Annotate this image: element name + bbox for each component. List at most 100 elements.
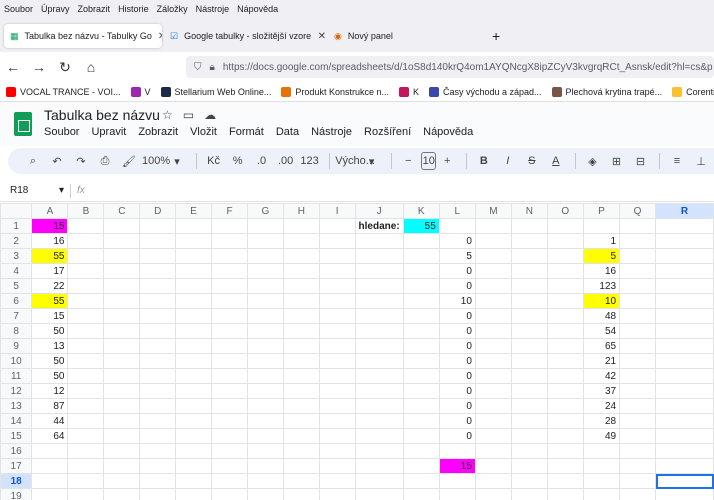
document-title[interactable]: Tabulka bez názvu: [44, 107, 160, 123]
cell[interactable]: [354, 308, 404, 324]
cell[interactable]: [282, 233, 320, 249]
cell[interactable]: [546, 428, 584, 444]
cell[interactable]: [67, 323, 105, 339]
cell[interactable]: 5: [438, 248, 476, 264]
cell[interactable]: [510, 278, 548, 294]
cell[interactable]: [619, 458, 657, 474]
browser-menu-item[interactable]: Historie: [118, 4, 149, 14]
column-header[interactable]: N: [510, 203, 548, 219]
browser-tab[interactable]: ☑ Google tabulky - složitější vzore ✕: [164, 24, 332, 48]
cell[interactable]: [175, 353, 213, 369]
cell[interactable]: [282, 428, 320, 444]
row-header[interactable]: 7: [0, 308, 33, 324]
bookmark-item[interactable]: Produkt Konstrukce n...: [281, 86, 389, 97]
cell[interactable]: [510, 353, 548, 369]
name-box[interactable]: R18 ▾: [0, 185, 70, 196]
cell[interactable]: 15: [31, 308, 69, 324]
cell[interactable]: [175, 383, 213, 399]
cell[interactable]: [510, 263, 548, 279]
chevron-down-icon[interactable]: ▾: [361, 155, 383, 168]
cell[interactable]: [246, 488, 284, 500]
cell[interactable]: [354, 383, 404, 399]
cell[interactable]: [402, 293, 440, 309]
cell[interactable]: [67, 338, 105, 354]
cell[interactable]: 49: [582, 428, 621, 444]
cell[interactable]: [175, 278, 213, 294]
cell[interactable]: [619, 278, 657, 294]
cell[interactable]: [246, 278, 284, 294]
cell[interactable]: [175, 428, 213, 444]
cell[interactable]: [211, 458, 248, 474]
bookmark-item[interactable]: Corentium Home: [672, 86, 714, 97]
row-header[interactable]: 2: [0, 233, 33, 249]
cell[interactable]: 54: [582, 323, 621, 339]
cell[interactable]: [318, 293, 356, 309]
close-icon[interactable]: ✕: [158, 31, 162, 42]
new-tab-button[interactable]: +: [486, 24, 506, 48]
cell[interactable]: 55: [31, 293, 69, 309]
cell[interactable]: [354, 323, 404, 339]
cell[interactable]: [474, 218, 512, 234]
cell[interactable]: [474, 368, 512, 384]
cell[interactable]: [67, 413, 105, 429]
cell[interactable]: [546, 458, 584, 474]
cell[interactable]: [67, 458, 105, 474]
cell[interactable]: [354, 488, 404, 500]
cell[interactable]: [402, 443, 440, 459]
cell[interactable]: [354, 248, 404, 264]
cell[interactable]: [402, 368, 440, 384]
cell[interactable]: [211, 308, 248, 324]
cell[interactable]: [318, 398, 356, 414]
cell[interactable]: [103, 218, 141, 234]
cell[interactable]: [510, 458, 548, 474]
cell[interactable]: [139, 308, 177, 324]
cell[interactable]: [246, 473, 284, 489]
browser-menu-item[interactable]: Soubor: [4, 4, 33, 14]
cell[interactable]: [282, 263, 320, 279]
cell[interactable]: [103, 308, 141, 324]
cell[interactable]: 48: [582, 308, 621, 324]
cell[interactable]: 55: [402, 218, 440, 234]
cell[interactable]: [31, 458, 69, 474]
cell[interactable]: [318, 338, 356, 354]
cell[interactable]: [402, 338, 440, 354]
cell[interactable]: [354, 368, 404, 384]
cell[interactable]: [318, 428, 356, 444]
cell[interactable]: [246, 353, 284, 369]
cell[interactable]: [438, 488, 476, 500]
cell[interactable]: 13: [31, 338, 69, 354]
cell[interactable]: 16: [31, 233, 69, 249]
cell[interactable]: [318, 353, 356, 369]
column-header[interactable]: Q: [619, 203, 657, 219]
cell[interactable]: [619, 443, 657, 459]
font-select[interactable]: Výcho...: [335, 155, 375, 167]
row-header[interactable]: 14: [0, 413, 33, 429]
cell[interactable]: [139, 263, 177, 279]
column-header[interactable]: F: [211, 203, 248, 219]
redo-icon[interactable]: ↷: [70, 155, 92, 168]
cell[interactable]: [67, 383, 105, 399]
cell[interactable]: [619, 248, 657, 264]
cell[interactable]: [474, 233, 512, 249]
cell[interactable]: [246, 458, 284, 474]
cell[interactable]: 65: [582, 338, 621, 354]
cell[interactable]: 50: [31, 323, 69, 339]
cell[interactable]: [474, 428, 512, 444]
cell[interactable]: 37: [582, 383, 621, 399]
cell[interactable]: 50: [31, 368, 69, 384]
cell[interactable]: [546, 293, 584, 309]
horizontal-align-icon[interactable]: ≡: [666, 155, 688, 167]
cell[interactable]: [211, 368, 248, 384]
cell[interactable]: [175, 368, 213, 384]
cell[interactable]: [282, 308, 320, 324]
cell[interactable]: [282, 278, 320, 294]
cell[interactable]: [510, 398, 548, 414]
cell[interactable]: [619, 488, 657, 500]
spreadsheet-grid[interactable]: A B C D E F G H I J K L M N O P Q R 1 15 hledane: 55 2 16 0 1 3 55 5…: [0, 203, 714, 500]
cell[interactable]: 50: [31, 353, 69, 369]
cell[interactable]: [619, 308, 657, 324]
cell[interactable]: [655, 443, 714, 459]
cell[interactable]: [246, 368, 284, 384]
cell[interactable]: [139, 218, 177, 234]
cell[interactable]: [175, 248, 213, 264]
